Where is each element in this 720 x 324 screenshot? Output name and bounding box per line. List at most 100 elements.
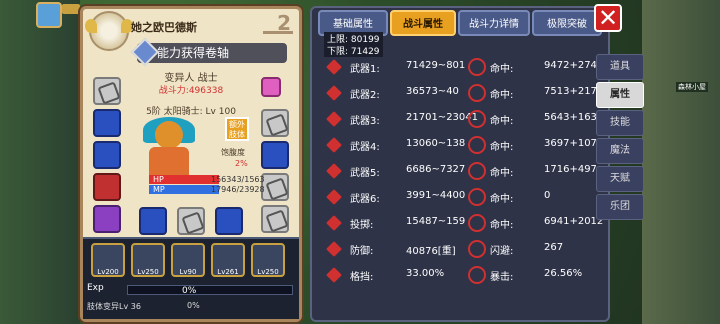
side-item-skills[interactable]: 技能 bbox=[596, 110, 644, 136]
equip-slot-empty-4[interactable] bbox=[261, 173, 289, 201]
dodge-icon bbox=[468, 240, 486, 258]
skill-level: Lv250 bbox=[257, 268, 279, 276]
sword-icon bbox=[326, 137, 342, 153]
side-item-attributes[interactable]: 属性 bbox=[596, 82, 644, 108]
stat-value-2: 5643+1636 bbox=[544, 112, 604, 123]
target-icon bbox=[468, 162, 486, 180]
exp-row: Exp 0% bbox=[87, 283, 297, 297]
title-badge[interactable]: 能力获得卷轴 bbox=[130, 37, 287, 67]
sword-icon bbox=[326, 85, 342, 101]
stat-value-2: 3697+1072 bbox=[544, 138, 604, 149]
stat-name-2: 命中: bbox=[490, 142, 514, 153]
limb-exp-label: 肢体变异Lv 36 bbox=[87, 302, 141, 311]
stat-value: 15487~159 bbox=[406, 216, 466, 227]
skill-slot-2[interactable]: Lv250 bbox=[131, 243, 165, 277]
equip-slot-ring[interactable] bbox=[261, 141, 289, 169]
pet-icon[interactable] bbox=[261, 77, 281, 97]
hp-value: 156343/1563 bbox=[211, 175, 265, 184]
stat-value: 6686~7327 bbox=[406, 164, 466, 175]
stat-value-2: 26.56% bbox=[544, 268, 583, 279]
stat-row: 投掷: 15487~159 命中: 6941+2012 bbox=[326, 212, 608, 234]
stat-name: 武器2: bbox=[350, 90, 380, 101]
stat-name-2: 闪避: bbox=[490, 246, 514, 257]
skill-level: Lv250 bbox=[137, 268, 159, 276]
stat-row: 武器3: 21701~23041 命中: 5643+1636 bbox=[326, 108, 608, 130]
exp-bar: 0% bbox=[127, 285, 293, 296]
hp-label: HP bbox=[153, 175, 164, 184]
title-label: 能力获得卷轴 bbox=[157, 46, 230, 60]
map-location-label: 森林小屋 bbox=[676, 82, 708, 92]
equip-slot-fish[interactable] bbox=[215, 207, 243, 235]
stats-panel: 基础属性 战斗属性 战斗力详情 极限突破 上限: 80199 下限: 71429… bbox=[310, 6, 610, 322]
stat-row: 防御: 40876[重] 闪避: 267 bbox=[326, 238, 608, 260]
exp-label: Exp bbox=[87, 283, 104, 293]
target-icon bbox=[468, 214, 486, 232]
tab-limit-break[interactable]: 极限突破 bbox=[532, 10, 602, 36]
skill-slot-5[interactable]: Lv250 bbox=[251, 243, 285, 277]
target-icon bbox=[468, 58, 486, 76]
stat-name: 武器5: bbox=[350, 168, 380, 179]
fatigue-value: 2% bbox=[235, 159, 248, 168]
sword-icon bbox=[326, 59, 342, 75]
side-item-band[interactable]: 乐团 bbox=[596, 194, 644, 220]
stat-name-2: 命中: bbox=[490, 194, 514, 205]
equip-slot-empty-1[interactable] bbox=[93, 77, 121, 105]
character-header: 她之欧巴德斯 2 bbox=[83, 9, 299, 51]
equip-slot-weapon-2[interactable] bbox=[139, 207, 167, 235]
equip-slot-armor[interactable] bbox=[93, 141, 121, 169]
stat-name: 武器3: bbox=[350, 116, 380, 127]
skill-level: Lv261 bbox=[217, 268, 239, 276]
class-emblem-icon bbox=[85, 11, 133, 51]
crit-icon bbox=[468, 266, 486, 284]
target-icon bbox=[468, 110, 486, 128]
stat-value-2: 9472+2746 bbox=[544, 60, 604, 71]
skill-slot-3[interactable]: Lv90 bbox=[171, 243, 205, 277]
stat-value: 13060~138 bbox=[406, 138, 466, 149]
side-item-magic[interactable]: 魔法 bbox=[596, 138, 644, 164]
mp-value: 17946/23928 bbox=[211, 185, 265, 194]
block-icon bbox=[326, 267, 342, 283]
stat-value: 36573~40 bbox=[406, 86, 459, 97]
player-avatar[interactable] bbox=[36, 2, 62, 28]
skill-level: Lv200 bbox=[97, 268, 119, 276]
stat-name: 武器1: bbox=[350, 64, 380, 75]
target-icon bbox=[468, 84, 486, 102]
character-name: 她之欧巴德斯 bbox=[131, 21, 197, 34]
equip-slot-empty-5[interactable] bbox=[261, 205, 289, 233]
skill-slot-4[interactable]: Lv261 bbox=[211, 243, 245, 277]
skill-level: Lv90 bbox=[179, 268, 197, 276]
side-item-items[interactable]: 道具 bbox=[596, 54, 644, 80]
stat-row: 武器2: 36573~40 命中: 7513+2178 bbox=[326, 82, 608, 104]
hanger-icon[interactable] bbox=[263, 31, 293, 41]
stat-name-2: 命中: bbox=[490, 116, 514, 127]
side-item-talent[interactable]: 天赋 bbox=[596, 166, 644, 192]
close-button[interactable]: ✕ bbox=[594, 4, 622, 32]
tab-combat-attributes[interactable]: 战斗属性 bbox=[390, 10, 456, 36]
exp-percent: 0% bbox=[182, 286, 197, 296]
equip-slot-chest[interactable] bbox=[93, 173, 121, 201]
target-icon bbox=[468, 188, 486, 206]
sword-icon bbox=[326, 189, 342, 205]
game-scene-right bbox=[642, 0, 720, 324]
shield-icon bbox=[326, 241, 342, 257]
stat-value-2: 0 bbox=[544, 190, 551, 201]
stat-name-2: 命中: bbox=[490, 90, 514, 101]
target-icon bbox=[468, 136, 486, 154]
stat-name-2: 命中: bbox=[490, 220, 514, 231]
equip-slot-weapon[interactable] bbox=[93, 109, 121, 137]
stat-name: 投掷: bbox=[350, 220, 374, 231]
bow-icon bbox=[326, 215, 342, 231]
stat-value-2: 1716+497 bbox=[544, 164, 597, 175]
tab-power-details[interactable]: 战斗力详情 bbox=[458, 10, 530, 36]
equip-slot-glove[interactable] bbox=[93, 205, 121, 233]
equip-slot-empty-2[interactable] bbox=[177, 207, 205, 235]
stat-name-2: 命中: bbox=[490, 168, 514, 179]
stat-value-2: 267 bbox=[544, 242, 564, 253]
stat-value-2: 7513+2178 bbox=[544, 86, 604, 97]
equip-slot-empty-3[interactable] bbox=[261, 109, 289, 137]
stat-row: 格挡: 33.00% 暴击: 26.56% bbox=[326, 264, 608, 286]
skill-slot-1[interactable]: Lv200 bbox=[91, 243, 125, 277]
character-panel: 她之欧巴德斯 2 能力获得卷轴 变异人 战士 战斗力:496338 5阶 太阳骑… bbox=[80, 6, 302, 322]
sword-icon bbox=[326, 111, 342, 127]
stat-name-2: 命中: bbox=[490, 64, 514, 75]
